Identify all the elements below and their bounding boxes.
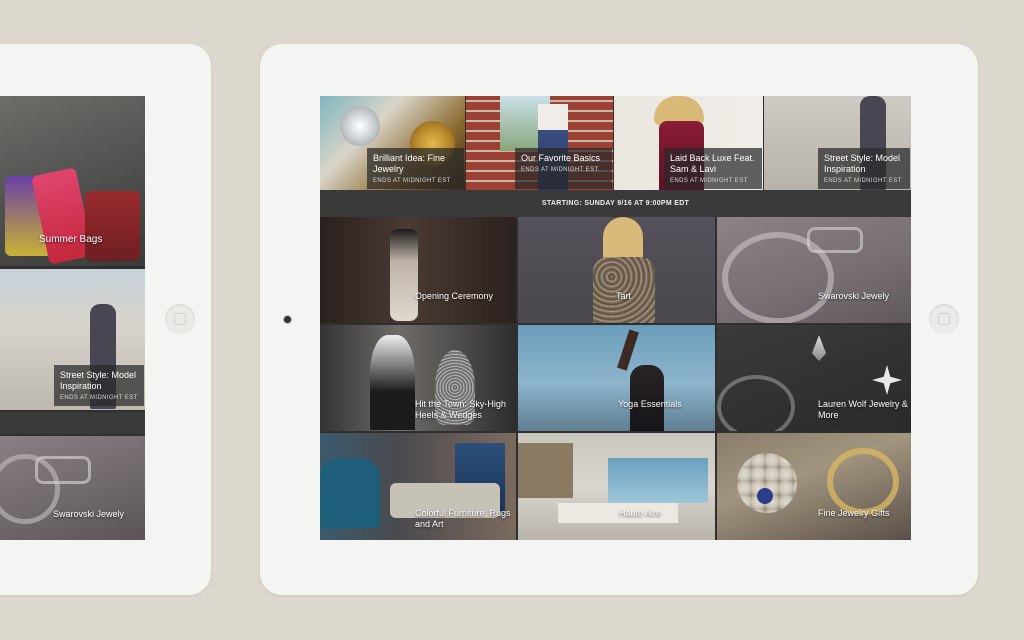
- tile-subtitle: ENDS AT MIDNIGHT EST: [670, 178, 748, 184]
- sale-tile-swarovski[interactable]: Swarovski Jewely: [0, 436, 145, 540]
- tile-label: Colorful Furniture, Rugs and Art: [415, 508, 511, 529]
- tile-caption: Our Favorite Basics ENDS AT MIDNIGHT EST: [515, 148, 612, 189]
- sale-tile-fine-jewelry[interactable]: Brilliant Idea: Fine Jewelry ENDS AT MID…: [320, 96, 465, 190]
- tile-title: Laid Back Luxe Feat. Sam & Lavi: [670, 153, 755, 174]
- home-button[interactable]: [165, 304, 195, 334]
- camera: [284, 316, 291, 323]
- tile-label: Swarovski Jewely: [818, 291, 890, 301]
- home-button[interactable]: [929, 304, 959, 334]
- tile-label: Summer Bags: [39, 234, 103, 245]
- sale-tile-yoga-essentials[interactable]: Yoga Essentials: [518, 325, 715, 431]
- sale-tile-street-style[interactable]: Street Style: Model Inspiration ENDS AT …: [0, 269, 145, 410]
- tile-label: Hit the Town: Sky-High Heels & Wedges: [415, 399, 506, 420]
- tile-label: Haute Aire: [619, 508, 662, 518]
- tile-title: Street Style: Model Inspiration: [60, 370, 137, 391]
- left-screen: Summer Bags Street Style: Model Inspirat…: [0, 96, 145, 540]
- sale-tile-sky-high-heels[interactable]: Hit the Town: Sky-High Heels & Wedges: [320, 325, 516, 431]
- tile-subtitle: ENDS AT MIDNIGHT EST: [824, 178, 902, 184]
- starting-banner: STARTING: SUNDAY 9/16 AT 9:00PM EDT: [320, 190, 911, 217]
- tile-label: Opening Ceremony: [415, 291, 494, 301]
- tile-label: Lauren Wolf Jewelry & More: [818, 399, 908, 420]
- tile-label: Yoga Essentials: [618, 399, 682, 409]
- tile-title: Street Style: Model Inspiration: [824, 153, 901, 174]
- tile-title: Our Favorite Basics: [521, 153, 601, 163]
- starting-banner: [0, 412, 145, 434]
- sale-tile-laid-back-luxe[interactable]: Laid Back Luxe Feat. Sam & Lavi ENDS AT …: [614, 96, 763, 190]
- tile-label: Swarovski Jewely: [53, 509, 125, 519]
- tile-label: Tart: [616, 291, 632, 301]
- sale-tile-favorite-basics[interactable]: Our Favorite Basics ENDS AT MIDNIGHT EST: [466, 96, 613, 190]
- tile-caption: Street Style: Model Inspiration ENDS AT …: [818, 148, 910, 189]
- tile-caption: Laid Back Luxe Feat. Sam & Lavi ENDS AT …: [664, 148, 762, 189]
- sale-tile-fine-jewelry-gifts[interactable]: Fine Jewelry Gifts: [717, 433, 911, 540]
- tile-caption: Street Style: Model Inspiration ENDS AT …: [54, 365, 144, 406]
- sale-tile-tart[interactable]: Tart: [518, 217, 715, 323]
- tile-title: Brilliant Idea: Fine Jewelry: [373, 153, 446, 174]
- sale-tile-haute-aire[interactable]: Haute Aire: [518, 433, 715, 540]
- sale-tile-swarovski[interactable]: Swarovski Jewely: [717, 217, 911, 323]
- sale-tile-summer-bags[interactable]: Summer Bags: [0, 96, 145, 266]
- sale-tile-opening-ceremony[interactable]: Opening Ceremony: [320, 217, 516, 323]
- tile-subtitle: ENDS AT MIDNIGHT EST: [373, 178, 451, 184]
- tile-subtitle: ENDS AT MIDNIGHT EST: [521, 167, 599, 173]
- tile-label: Fine Jewelry Gifts: [818, 508, 890, 518]
- right-screen: Brilliant Idea: Fine Jewelry ENDS AT MID…: [320, 96, 911, 540]
- sale-tile-lauren-wolf[interactable]: Lauren Wolf Jewelry & More: [717, 325, 911, 431]
- sale-tile-street-style[interactable]: Street Style: Model Inspiration ENDS AT …: [764, 96, 911, 190]
- tile-subtitle: ENDS AT MIDNIGHT EST: [60, 395, 138, 401]
- sale-tile-colorful-furniture[interactable]: Colorful Furniture, Rugs and Art: [320, 433, 516, 540]
- tile-caption: Brilliant Idea: Fine Jewelry ENDS AT MID…: [367, 148, 464, 189]
